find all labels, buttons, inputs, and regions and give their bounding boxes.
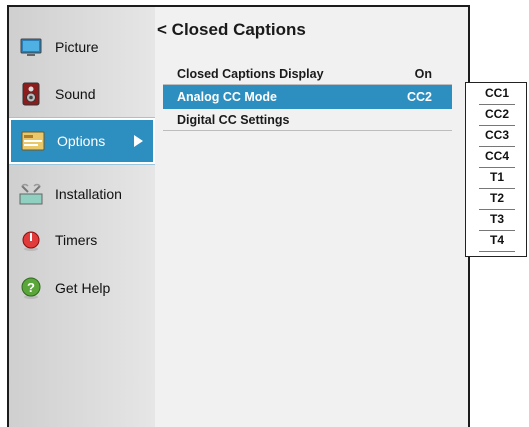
sidebar-item-label: Timers [55, 232, 98, 248]
tv-menu-frame: Picture Sound Options Installation Timer… [7, 5, 470, 427]
sidebar: Picture Sound Options Installation Timer… [9, 7, 156, 427]
sidebar-item-timers[interactable]: Timers [9, 217, 155, 263]
setting-value: CC2 [406, 90, 432, 104]
setting-name: Closed Captions Display [177, 67, 324, 81]
page-title-text: Closed Captions [171, 20, 306, 39]
speaker-icon [22, 82, 40, 106]
timer-icon [22, 231, 40, 251]
closed-captions-panel: < Closed Captions Closed Captions Displa… [155, 7, 468, 427]
sidebar-item-label: Sound [55, 86, 96, 102]
cc-option-cc4[interactable]: CC4 [479, 146, 515, 168]
setting-name: Digital CC Settings [177, 113, 290, 127]
back-button[interactable]: < [157, 20, 167, 39]
sidebar-item-get-help[interactable]: ? Get Help [9, 265, 155, 311]
sidebar-item-installation[interactable]: Installation [9, 171, 155, 217]
installation-icon [19, 183, 43, 205]
svg-text:?: ? [27, 280, 35, 295]
page-title: < Closed Captions [157, 20, 306, 40]
cc-option-cc2[interactable]: CC2 [479, 104, 515, 126]
setting-row-closed-captions-display[interactable]: Closed Captions Display On [163, 63, 452, 85]
cc-mode-options-list: CC1 CC2 CC3 CC4 T1 T2 T3 T4 [465, 82, 527, 257]
sidebar-item-options[interactable]: Options [9, 117, 156, 165]
sidebar-item-label: Picture [55, 39, 99, 55]
setting-row-digital-cc-settings[interactable]: Digital CC Settings [163, 109, 452, 131]
options-icon [21, 131, 45, 151]
picture-icon [20, 38, 42, 56]
submenu-arrow-icon [134, 135, 143, 147]
cc-option-cc3[interactable]: CC3 [479, 125, 515, 147]
cc-option-t4[interactable]: T4 [479, 230, 515, 252]
help-icon: ? [21, 277, 41, 299]
setting-name: Analog CC Mode [177, 90, 277, 104]
sidebar-item-sound[interactable]: Sound [9, 71, 155, 117]
sidebar-item-label: Get Help [55, 280, 111, 296]
sidebar-item-label: Options [57, 133, 106, 149]
setting-value: On [414, 67, 432, 81]
cc-option-cc1[interactable]: CC1 [479, 83, 515, 105]
setting-row-analog-cc-mode[interactable]: Analog CC Mode CC2 [163, 85, 452, 109]
cc-option-t2[interactable]: T2 [479, 188, 515, 210]
sidebar-item-label: Installation [55, 186, 122, 202]
cc-option-t1[interactable]: T1 [479, 167, 515, 189]
sidebar-item-picture[interactable]: Picture [9, 24, 155, 70]
cc-option-t3[interactable]: T3 [479, 209, 515, 231]
